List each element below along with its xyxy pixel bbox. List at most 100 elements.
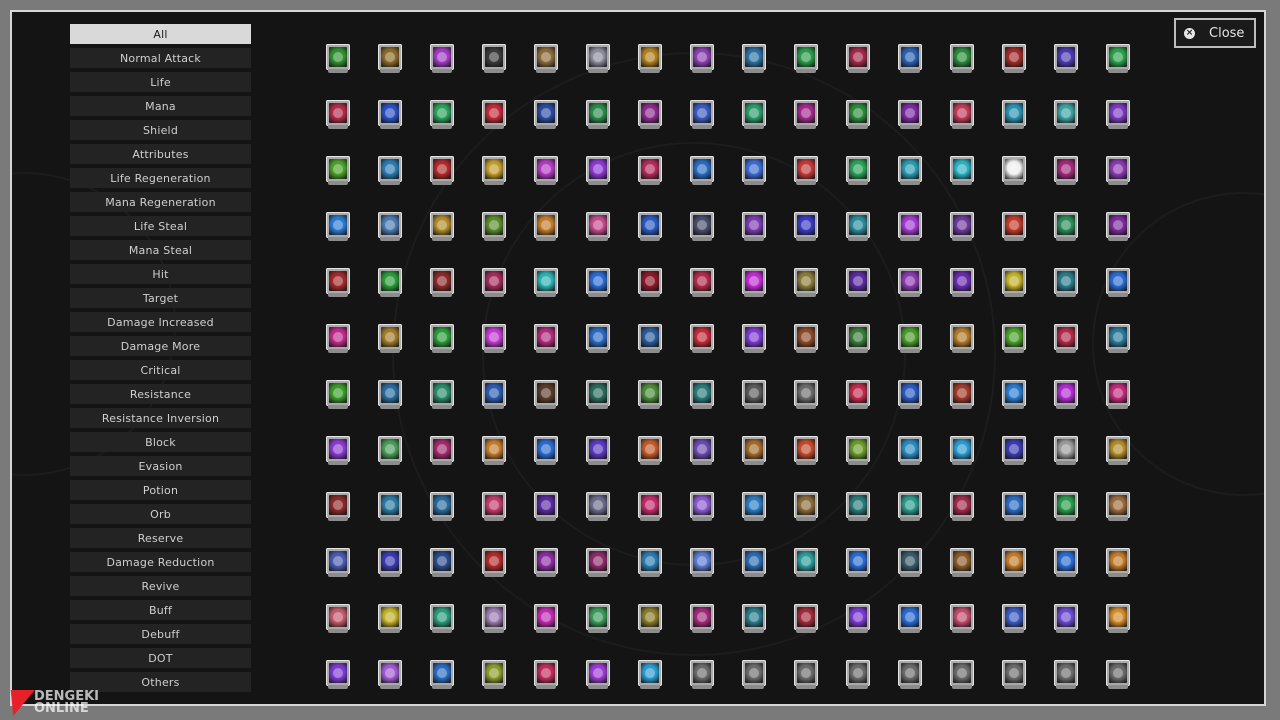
skill-icon[interactable] [846, 604, 870, 634]
skill-icon[interactable] [534, 100, 558, 130]
skill-icon[interactable] [534, 492, 558, 522]
skill-icon[interactable] [742, 100, 766, 130]
category-damage-reduction[interactable]: Damage Reduction [70, 552, 251, 572]
skill-icon[interactable] [638, 604, 662, 634]
skill-icon[interactable] [482, 548, 506, 578]
skill-icon[interactable] [482, 324, 506, 354]
skill-icon[interactable] [742, 212, 766, 242]
skill-icon[interactable] [794, 156, 818, 186]
skill-icon[interactable] [482, 604, 506, 634]
category-revive[interactable]: Revive [70, 576, 251, 596]
skill-icon[interactable] [1002, 212, 1026, 242]
skill-icon[interactable] [1054, 324, 1078, 354]
skill-icon[interactable] [1054, 156, 1078, 186]
skill-icon[interactable] [638, 548, 662, 578]
skill-icon[interactable] [378, 380, 402, 410]
skill-icon[interactable] [586, 156, 610, 186]
skill-icon[interactable] [586, 268, 610, 298]
skill-icon[interactable] [690, 492, 714, 522]
skill-icon[interactable] [430, 156, 454, 186]
category-mana-regeneration[interactable]: Mana Regeneration [70, 192, 251, 212]
skill-icon[interactable] [690, 44, 714, 74]
skill-icon[interactable] [378, 492, 402, 522]
skill-icon[interactable] [430, 44, 454, 74]
skill-icon[interactable] [898, 660, 922, 690]
skill-icon[interactable] [638, 268, 662, 298]
skill-icon[interactable] [1106, 100, 1130, 130]
skill-icon[interactable] [898, 604, 922, 634]
skill-icon[interactable] [1002, 604, 1026, 634]
skill-icon[interactable] [326, 44, 350, 74]
skill-icon[interactable] [430, 548, 454, 578]
skill-icon[interactable] [1002, 268, 1026, 298]
skill-icon[interactable] [326, 268, 350, 298]
skill-icon[interactable] [586, 100, 610, 130]
skill-icon[interactable] [638, 212, 662, 242]
close-button[interactable]: × Close [1174, 18, 1256, 48]
skill-icon[interactable] [326, 436, 350, 466]
skill-icon[interactable] [950, 100, 974, 130]
skill-icon[interactable] [1106, 436, 1130, 466]
skill-icon[interactable] [1054, 548, 1078, 578]
category-orb[interactable]: Orb [70, 504, 251, 524]
skill-icon[interactable] [326, 660, 350, 690]
skill-icon[interactable] [1002, 44, 1026, 74]
skill-icon[interactable] [950, 44, 974, 74]
skill-icon[interactable] [742, 492, 766, 522]
skill-icon[interactable] [534, 436, 558, 466]
skill-icon[interactable] [326, 156, 350, 186]
skill-icon[interactable] [326, 100, 350, 130]
skill-icon[interactable] [846, 324, 870, 354]
skill-icon[interactable] [846, 380, 870, 410]
skill-icon[interactable] [950, 268, 974, 298]
skill-icon[interactable] [1054, 436, 1078, 466]
skill-icon[interactable] [1002, 492, 1026, 522]
category-mana-steal[interactable]: Mana Steal [70, 240, 251, 260]
skill-icon[interactable] [846, 492, 870, 522]
skill-icon[interactable] [690, 212, 714, 242]
skill-icon[interactable] [534, 44, 558, 74]
skill-icon[interactable] [482, 268, 506, 298]
skill-icon[interactable] [482, 492, 506, 522]
skill-icon[interactable] [1106, 44, 1130, 74]
skill-icon[interactable] [794, 324, 818, 354]
skill-icon[interactable] [586, 212, 610, 242]
category-shield[interactable]: Shield [70, 120, 251, 140]
skill-icon[interactable] [1106, 604, 1130, 634]
skill-icon[interactable] [690, 380, 714, 410]
skill-icon[interactable] [846, 100, 870, 130]
skill-icon[interactable] [846, 156, 870, 186]
skill-icon[interactable] [534, 156, 558, 186]
category-dot[interactable]: DOT [70, 648, 251, 668]
skill-icon[interactable] [482, 100, 506, 130]
category-life-regeneration[interactable]: Life Regeneration [70, 168, 251, 188]
skill-icon[interactable] [1106, 660, 1130, 690]
skill-icon[interactable] [742, 324, 766, 354]
skill-icon[interactable] [430, 100, 454, 130]
category-all[interactable]: All [70, 24, 251, 44]
skill-icon[interactable] [794, 380, 818, 410]
skill-icon[interactable] [1106, 212, 1130, 242]
skill-icon[interactable] [586, 604, 610, 634]
skill-icon[interactable] [1002, 436, 1026, 466]
skill-icon[interactable] [638, 436, 662, 466]
skill-icon[interactable] [950, 156, 974, 186]
skill-icon[interactable] [482, 212, 506, 242]
skill-icon[interactable] [846, 436, 870, 466]
skill-icon[interactable] [898, 436, 922, 466]
category-damage-increased[interactable]: Damage Increased [70, 312, 251, 332]
skill-icon[interactable] [690, 324, 714, 354]
skill-icon[interactable] [690, 100, 714, 130]
skill-icon[interactable] [690, 156, 714, 186]
skill-icon[interactable] [534, 212, 558, 242]
category-life-steal[interactable]: Life Steal [70, 216, 251, 236]
skill-icon[interactable] [1054, 492, 1078, 522]
skill-icon[interactable] [326, 492, 350, 522]
skill-icon[interactable] [950, 604, 974, 634]
skill-icon[interactable] [1054, 44, 1078, 74]
category-life[interactable]: Life [70, 72, 251, 92]
skill-icon[interactable] [950, 324, 974, 354]
skill-icon[interactable] [534, 604, 558, 634]
skill-icon[interactable] [326, 380, 350, 410]
skill-icon[interactable] [742, 380, 766, 410]
